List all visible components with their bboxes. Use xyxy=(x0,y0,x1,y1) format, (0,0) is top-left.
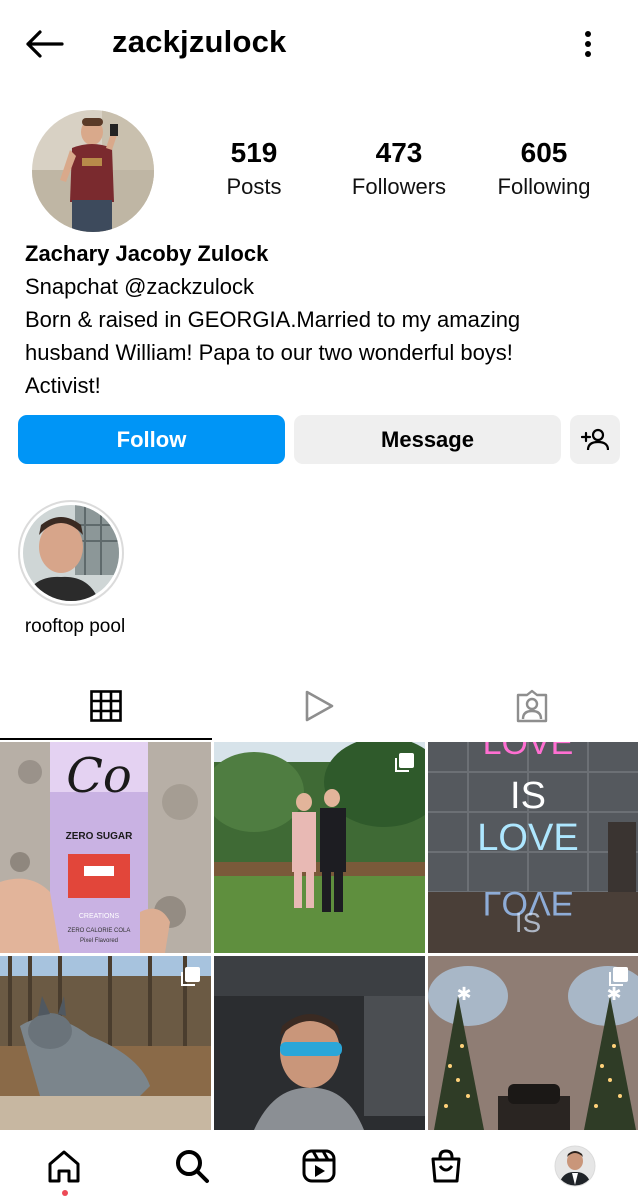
back-button[interactable] xyxy=(20,24,68,64)
multiple-photos-icon xyxy=(395,753,414,772)
tagged-person-icon xyxy=(516,689,548,723)
posts-grid: Co ZERO SUGAR CREATIONS ZERO CALORIE COL… xyxy=(0,742,638,1130)
followers-stat[interactable]: 473 Followers xyxy=(324,136,474,204)
followers-count: 473 xyxy=(375,137,423,168)
multiple-photos-icon xyxy=(609,967,628,986)
posts-count: 519 xyxy=(230,137,278,168)
grid-icon xyxy=(90,690,122,722)
post-thumbnail[interactable]: LOVE IS LOVE LOVE IS xyxy=(428,742,638,953)
highlight-label: rooftop pool xyxy=(24,616,126,637)
can-text-creations: CREATIONS xyxy=(79,913,120,920)
bio-line: Snapchat @zackzulock xyxy=(25,274,255,299)
svg-text:✱: ✱ xyxy=(456,984,471,1005)
nav-home[interactable] xyxy=(40,1144,88,1188)
nav-search[interactable] xyxy=(168,1144,216,1188)
story-highlight[interactable]: rooftop pool xyxy=(18,500,126,637)
message-button[interactable]: Message xyxy=(294,415,561,464)
posts-label: Posts xyxy=(226,174,282,199)
neon-line1: LOVE xyxy=(483,742,574,762)
following-count: 605 xyxy=(520,137,568,168)
can-text-calorie: ZERO CALORIE COLA xyxy=(68,928,131,934)
more-options-button[interactable] xyxy=(570,24,606,64)
posts-stat[interactable]: 519 Posts xyxy=(179,136,329,204)
kebab-icon xyxy=(585,31,591,57)
nav-profile[interactable] xyxy=(551,1144,599,1188)
shop-icon xyxy=(431,1149,461,1183)
followers-label: Followers xyxy=(351,174,447,199)
bottom-navigation xyxy=(0,1132,638,1200)
multiple-photos-icon xyxy=(181,967,200,986)
tab-reels[interactable] xyxy=(213,672,425,740)
profile-avatar[interactable] xyxy=(32,110,154,232)
nav-shop[interactable] xyxy=(422,1144,470,1188)
following-label: Following xyxy=(497,174,591,199)
notification-dot xyxy=(62,1190,68,1196)
tab-posts-grid[interactable] xyxy=(0,672,212,740)
highlight-cover xyxy=(23,505,119,601)
profile-full-name: Zachary Jacoby Zulock xyxy=(25,241,269,266)
profile-avatar xyxy=(554,1145,596,1187)
home-icon xyxy=(48,1150,80,1183)
post-thumbnail[interactable]: Co ZERO SUGAR CREATIONS ZERO CALORIE COL… xyxy=(0,742,211,953)
add-person-icon xyxy=(581,428,609,450)
can-text-zero-sugar: ZERO SUGAR xyxy=(66,831,133,842)
neon-line2: IS xyxy=(510,775,546,817)
neon-line3: LOVE xyxy=(477,817,578,859)
tab-tagged[interactable] xyxy=(426,672,638,740)
profile-tabs xyxy=(0,672,638,740)
reels-icon xyxy=(302,1149,336,1183)
can-text-flavor: Pixel Flavored xyxy=(80,938,118,944)
arrow-left-icon xyxy=(26,30,64,58)
following-stat[interactable]: 605 Following xyxy=(469,136,619,204)
profile-username: zackjzulock xyxy=(112,24,287,59)
top-bar: zackjzulock xyxy=(0,0,638,88)
reels-play-icon xyxy=(305,690,334,722)
bio-line: husband William! Papa to our two wonderf… xyxy=(25,340,513,365)
search-icon xyxy=(176,1150,209,1183)
bio-line: Born & raised in GEORGIA.Married to my a… xyxy=(25,307,521,332)
highlight-ring xyxy=(18,500,124,606)
neon-line5: IS xyxy=(515,907,541,938)
profile-photo xyxy=(32,110,154,232)
post-thumbnail[interactable] xyxy=(214,742,425,953)
profile-bio: Zachary Jacoby Zulock Snapchat @zackzulo… xyxy=(25,237,615,402)
svg-text:Co: Co xyxy=(66,748,132,804)
suggested-users-button[interactable] xyxy=(570,415,620,464)
bio-line: Activist! xyxy=(25,373,101,398)
follow-button[interactable]: Follow xyxy=(18,415,285,464)
nav-reels[interactable] xyxy=(295,1144,343,1188)
